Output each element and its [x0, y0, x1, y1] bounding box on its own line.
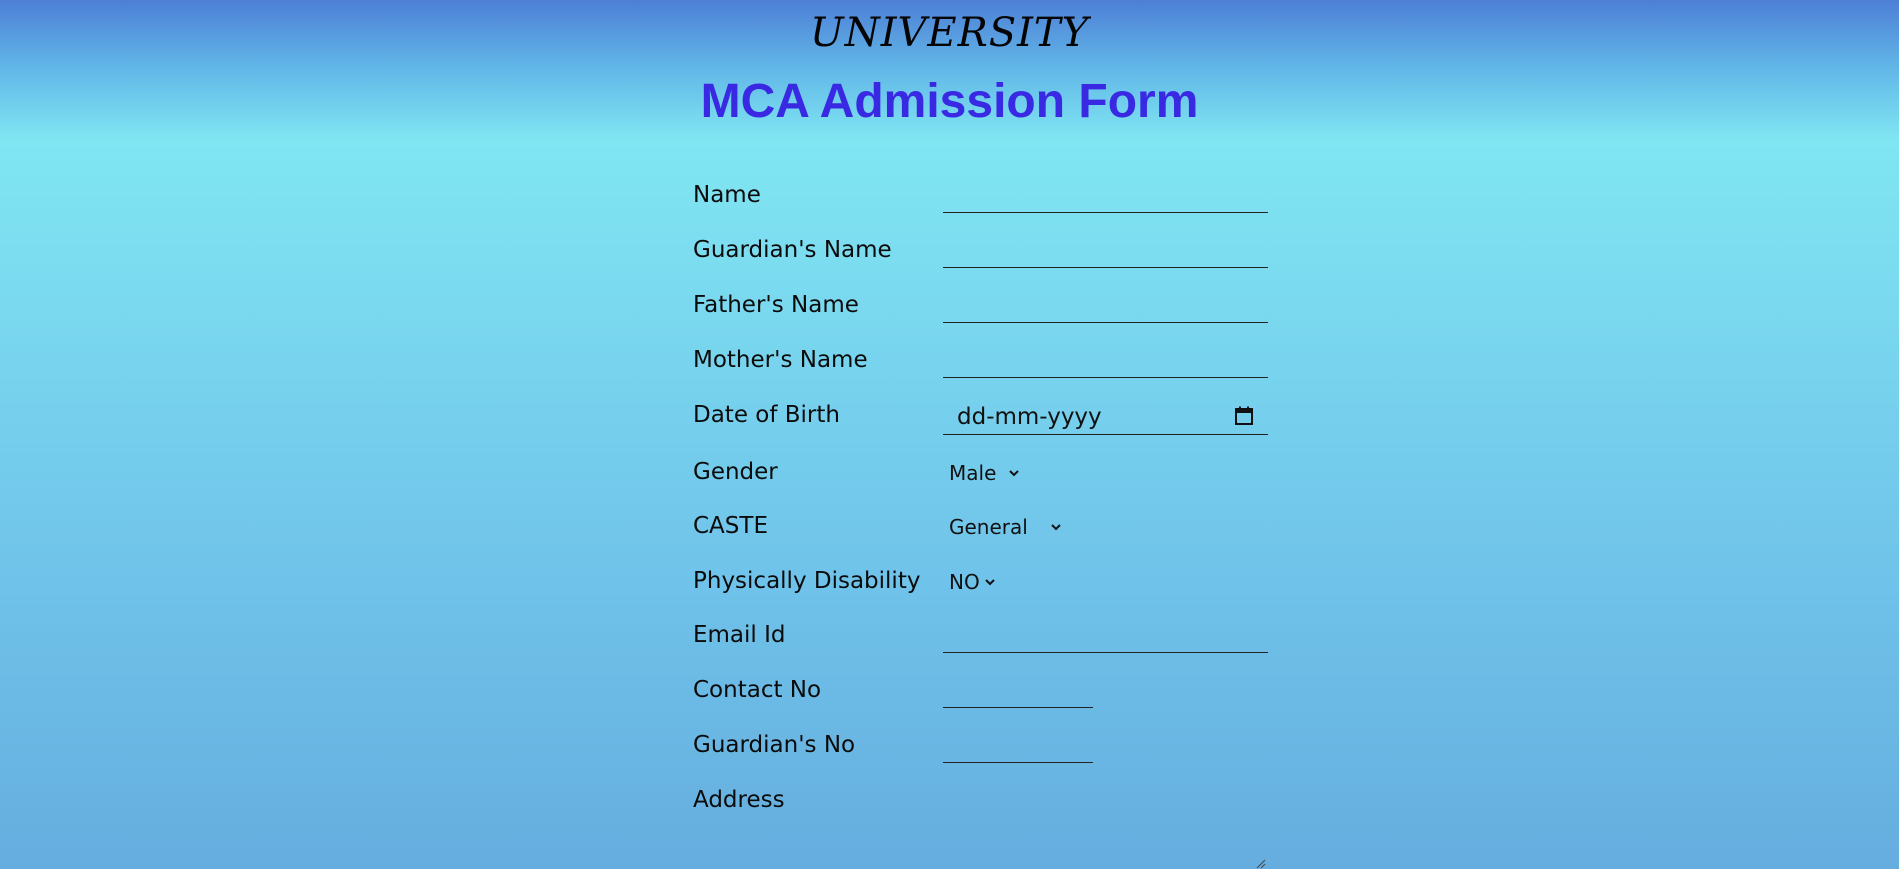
gender-selected-value: Male — [949, 461, 997, 485]
gender-row: Gender Male — [693, 458, 1293, 498]
gender-label: Gender — [693, 459, 778, 485]
father-name-label: Father's Name — [693, 292, 859, 318]
dob-placeholder: dd-mm-yyyy — [957, 404, 1102, 430]
guardian-no-row: Guardian's No — [693, 731, 1293, 771]
guardian-name-row: Guardian's Name — [693, 236, 1293, 276]
dob-label: Date of Birth — [693, 402, 840, 428]
mother-name-row: Mother's Name — [693, 346, 1293, 386]
dob-row: Date of Birth dd-mm-yyyy — [693, 401, 1293, 441]
disability-label: Physically Disability — [693, 568, 921, 594]
mother-name-label: Mother's Name — [693, 347, 868, 373]
chevron-down-icon — [984, 579, 995, 586]
name-label: Name — [693, 182, 761, 208]
caste-label: CASTE — [693, 513, 768, 539]
guardian-no-label: Guardian's No — [693, 732, 856, 758]
gender-select[interactable]: Male — [949, 458, 1020, 488]
email-input[interactable] — [943, 623, 1268, 653]
father-name-input[interactable] — [943, 293, 1268, 323]
address-label: Address — [693, 787, 785, 813]
contact-row: Contact No — [693, 676, 1293, 716]
caste-select[interactable]: General — [949, 512, 1062, 542]
mother-name-input[interactable] — [943, 348, 1268, 378]
contact-input[interactable] — [943, 678, 1093, 708]
form-title: MCA Admission Form — [700, 75, 1199, 128]
address-row: Address — [693, 786, 1293, 826]
email-row: Email Id — [693, 621, 1293, 661]
caste-selected-value: General — [949, 515, 1028, 539]
disability-selected-value: NO — [949, 570, 980, 594]
resize-handle-icon[interactable] — [1255, 858, 1266, 869]
disability-row: Physically Disability NO — [693, 567, 1293, 607]
guardian-name-label: Guardian's Name — [693, 237, 892, 263]
university-heading: UNIVERSITY — [809, 10, 1089, 56]
contact-label: Contact No — [693, 677, 822, 703]
calendar-icon[interactable] — [1234, 406, 1254, 426]
email-label: Email Id — [693, 622, 786, 648]
guardian-name-input[interactable] — [943, 238, 1268, 268]
name-row: Name — [693, 181, 1293, 221]
guardian-no-input[interactable] — [943, 733, 1093, 763]
dob-input[interactable]: dd-mm-yyyy — [943, 401, 1268, 435]
caste-row: CASTE General — [693, 512, 1293, 552]
name-input[interactable] — [943, 183, 1268, 213]
chevron-down-icon — [1051, 524, 1061, 531]
disability-select[interactable]: NO — [949, 567, 996, 597]
father-name-row: Father's Name — [693, 291, 1293, 331]
chevron-down-icon — [1009, 470, 1020, 477]
